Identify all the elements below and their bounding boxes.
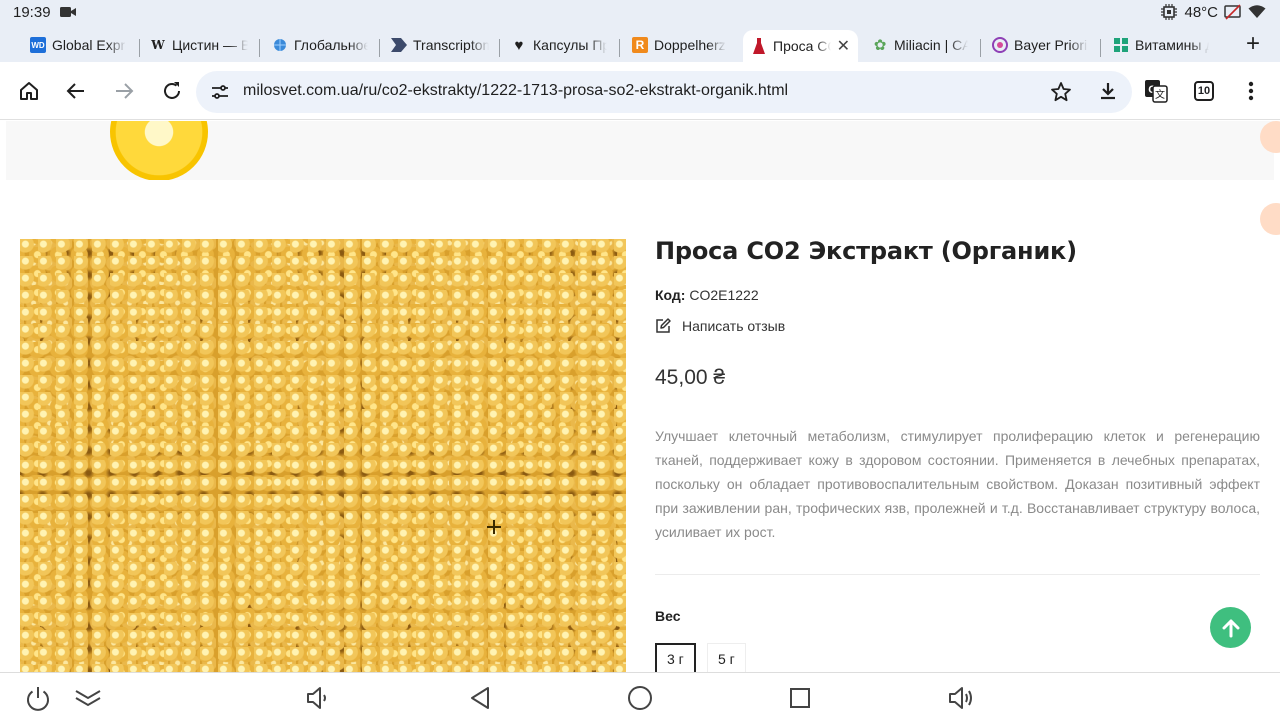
tab-separator <box>619 39 620 57</box>
home-icon[interactable] <box>15 77 43 105</box>
zoom-crosshair-icon <box>487 520 501 534</box>
reload-icon[interactable] <box>158 77 186 105</box>
no-cast-icon <box>1224 4 1241 20</box>
write-review-link[interactable]: Написать отзыв <box>655 318 785 334</box>
divider <box>655 574 1260 575</box>
red-flask-icon <box>751 38 767 54</box>
lemon-image <box>110 121 208 180</box>
weight-label: Вес <box>655 608 681 624</box>
site-header-banner <box>6 121 1274 180</box>
product-title: Проса СО2 Экстракт (Органик) <box>655 237 1077 265</box>
product-code: Код: CO2E1222 <box>655 287 759 303</box>
tab-global-express[interactable]: WD Global Express <box>30 30 126 60</box>
weight-option-3g[interactable]: 3 г <box>655 643 696 672</box>
scroll-to-top-button[interactable] <box>1210 607 1251 648</box>
close-tab-icon[interactable]: ✕ <box>837 36 850 56</box>
url-text[interactable]: milosvet.com.ua/ru/co2-ekstrakty/1222-17… <box>243 82 788 100</box>
tab-separator <box>139 39 140 57</box>
svg-text:文: 文 <box>1155 88 1165 101</box>
weight-option-5g[interactable]: 5 г <box>707 643 746 672</box>
tab-miliacin[interactable]: ✿ Miliacin | CAS <box>872 30 968 60</box>
tab-vitamins[interactable]: Витамины для <box>1113 30 1209 60</box>
write-review-label: Написать отзыв <box>682 318 786 334</box>
wikipedia-icon: W <box>151 38 165 52</box>
tab-separator <box>1100 39 1101 57</box>
heart-icon: ♥ <box>514 36 524 54</box>
tab-separator <box>499 39 500 57</box>
download-icon[interactable] <box>1094 77 1122 105</box>
side-camera-widget-icon[interactable] <box>1260 203 1280 235</box>
tab-capsules[interactable]: ♥ Капсулы Про <box>511 30 607 60</box>
forward-arrow-icon[interactable] <box>110 77 138 105</box>
more-menu-icon[interactable] <box>1237 77 1265 105</box>
tab-switcher-button[interactable]: 10 <box>1190 77 1218 105</box>
camera-recording-icon <box>60 7 76 17</box>
collapse-chevrons-icon[interactable] <box>74 684 102 712</box>
power-icon[interactable] <box>24 684 52 712</box>
tab-separator <box>379 39 380 57</box>
green-flower-icon: ✿ <box>873 37 887 54</box>
tab-global[interactable]: Глобальное <box>272 30 368 60</box>
blue-square-icon: WD <box>30 37 46 53</box>
tab-separator <box>259 39 260 57</box>
arrow-up-icon <box>1222 619 1239 637</box>
site-settings-icon[interactable] <box>210 82 230 102</box>
bookmark-star-icon[interactable] <box>1050 81 1072 103</box>
temperature-readout: 48°C <box>1184 3 1218 21</box>
home-nav-icon[interactable] <box>626 684 654 712</box>
product-code-value: CO2E1222 <box>689 287 759 303</box>
purple-circle-icon <box>992 37 1008 53</box>
tab-wikipedia[interactable]: W Цистин — Википедия <box>150 30 248 60</box>
translate-icon[interactable]: G文 <box>1142 77 1170 105</box>
back-arrow-icon[interactable] <box>62 77 90 105</box>
recents-nav-icon[interactable] <box>786 684 814 712</box>
product-image-millet[interactable] <box>20 239 626 672</box>
status-bar: 19:39 48°C <box>0 0 1280 26</box>
web-page: Проса СО2 Экстракт (Органик) Код: CO2E12… <box>0 121 1280 672</box>
tab-strip: WD Global Express W Цистин — Википедия Г… <box>0 26 1280 62</box>
wifi-icon <box>1248 5 1266 18</box>
tab-bayer-priorin[interactable]: Bayer Priorin <box>992 30 1088 60</box>
browser-toolbar: milosvet.com.ua/ru/co2-ekstrakty/1222-17… <box>0 62 1280 120</box>
green-grid-icon <box>1113 37 1129 53</box>
tab-prosa-active[interactable]: Проса CO2 ✕ <box>743 30 858 62</box>
product-price: 45,00 ₴ <box>655 366 726 389</box>
back-nav-icon[interactable] <box>466 684 494 712</box>
cpu-icon <box>1161 4 1178 20</box>
tab-separator <box>980 39 981 57</box>
address-bar[interactable]: milosvet.com.ua/ru/co2-ekstrakty/1222-17… <box>196 71 1132 113</box>
product-code-label: Код: <box>655 287 686 303</box>
volume-down-icon[interactable] <box>303 684 331 712</box>
edit-pencil-icon <box>656 318 671 333</box>
system-navigation-bar <box>0 672 1280 720</box>
status-time: 19:39 <box>13 4 51 21</box>
new-tab-plus-icon[interactable]: + <box>1246 30 1260 58</box>
volume-up-icon[interactable] <box>947 684 975 712</box>
product-description: Улучшает клеточный метаболизм, стимулиру… <box>655 428 1260 540</box>
orange-r-icon: R <box>632 37 648 53</box>
globe-icon <box>272 37 288 53</box>
tab-transcriptomics[interactable]: Transcriptomics <box>391 30 489 60</box>
tab-doppelherz[interactable]: R Doppelherz <box>632 30 730 60</box>
bookmark-icon <box>391 37 407 53</box>
tab-count: 10 <box>1197 85 1211 97</box>
